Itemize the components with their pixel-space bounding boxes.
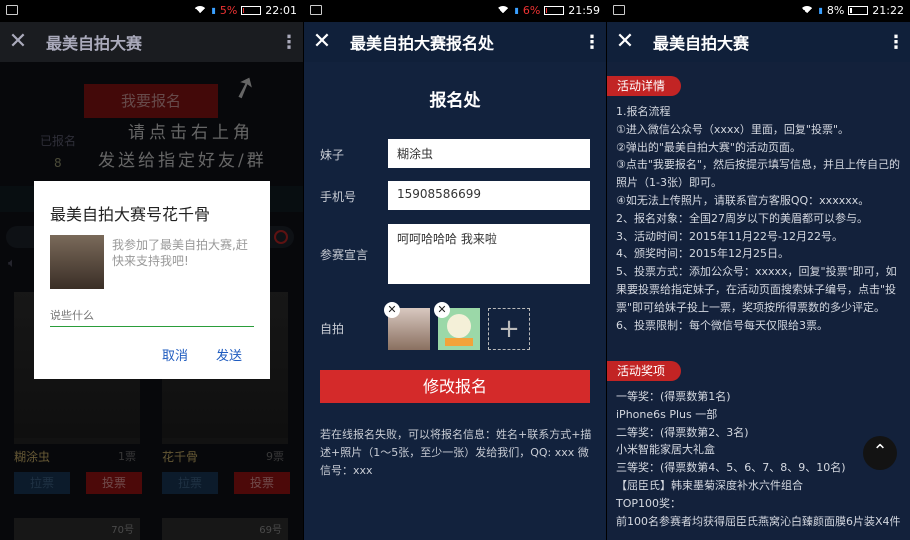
screen-registration: ▮ 6% 21:59 ✕ 最美自拍大赛报名处 ⋮ 报名处 妹子 糊涂虫 手机号 … xyxy=(304,0,606,540)
declaration-textarea[interactable]: 呵呵哈哈哈 我来啦 xyxy=(388,224,590,284)
details-line: 4、颁奖时间：2015年12月25日。 xyxy=(616,247,789,261)
status-right: ▮ 5% 22:01 xyxy=(193,4,297,20)
prize-line: TOP100奖： xyxy=(616,496,682,510)
battery-icon xyxy=(848,6,869,15)
prize-line: 一等奖：(得票数第1名) xyxy=(616,390,731,403)
prize-line: iPhone6s Plus 一部 xyxy=(616,407,718,421)
section-tag-details: 活动详情 xyxy=(607,76,682,96)
image-icon xyxy=(613,5,625,15)
screen-details: ▮ 8% 21:22 ✕ 最美自拍大赛 ⋮ 活动详情 1.报名流程 ①进入微信公… xyxy=(607,0,910,540)
page-title: 最美自拍大赛 xyxy=(653,34,750,53)
name-label: 妹子 xyxy=(320,148,345,162)
cancel-button[interactable]: 取消 xyxy=(162,345,188,364)
battery-icon xyxy=(544,6,565,15)
details-text: 1.报名流程 ①进入微信公众号（xxxx）里面，回复"投票"。 ②弹出的"最美自… xyxy=(616,103,906,334)
cartoon-face xyxy=(447,314,471,338)
battery-percent: 6% xyxy=(522,4,541,17)
sticker-tag xyxy=(445,338,473,346)
dialog-title: 最美自拍大赛号花千骨 xyxy=(50,205,211,224)
details-line: ④如无法上传照片，请联系官方客服QQ：xxxxxx。 xyxy=(616,193,870,207)
status-bar: ▮ 8% 21:22 xyxy=(607,0,910,22)
phone-field[interactable]: 15908586699 xyxy=(388,181,590,210)
clock: 22:01 xyxy=(265,4,297,17)
title-bar: ✕ 最美自拍大赛 ⋮ xyxy=(607,22,910,62)
scroll-top-icon[interactable]: ⌃ xyxy=(863,436,897,470)
clock: 21:59 xyxy=(568,4,600,17)
selfie-label: 自拍 xyxy=(320,322,345,336)
form-title: 报名处 xyxy=(429,91,481,111)
details-line: ①进入微信公众号（xxxx）里面，回复"投票"。 xyxy=(616,122,850,136)
close-icon[interactable]: ✕ xyxy=(304,31,340,53)
page-title: 最美自拍大赛 xyxy=(46,34,143,53)
wifi-icon xyxy=(193,5,208,20)
share-thumbnail xyxy=(50,235,104,289)
screen-contest-home: ▮ 5% 22:01 ✕ 最美自拍大赛 ⋮ 我要报名 ➚ 已报名 8 请点击右上… xyxy=(0,0,303,540)
dialog-message: 我参加了最美自拍大赛,赶快来支持我吧! xyxy=(112,238,248,268)
remove-photo-icon[interactable]: ✕ xyxy=(384,302,400,318)
title-bar: ✕ 最美自拍大赛报名处 ⋮ xyxy=(304,22,606,62)
comment-input[interactable] xyxy=(50,305,254,327)
details-line: 3、活动时间：2015年11月22号-12月22号。 xyxy=(616,229,843,243)
status-right: ▮ 6% 21:59 xyxy=(496,4,600,20)
remove-photo-icon[interactable]: ✕ xyxy=(434,302,450,318)
more-options-icon[interactable]: ⋮ xyxy=(882,32,910,53)
send-button[interactable]: 发送 xyxy=(216,345,242,364)
prize-line: 三等奖：(得票数第4、5、6、7、8、9、10名) xyxy=(616,461,846,475)
details-line: 1.报名流程 xyxy=(616,105,671,118)
declaration-label: 参赛宣言 xyxy=(320,248,369,262)
title-bar: ✕ 最美自拍大赛 ⋮ xyxy=(0,22,303,62)
details-line: ②弹出的"最美自拍大赛"的活动页面。 xyxy=(616,140,801,154)
add-photo-button[interactable]: + xyxy=(488,308,530,350)
submit-button[interactable]: 修改报名 xyxy=(320,370,590,403)
details-line: 6、投票限制：每个微信号每天仅限给3票。 xyxy=(616,318,828,332)
close-icon[interactable]: ✕ xyxy=(0,31,36,53)
phone-label: 手机号 xyxy=(320,190,357,204)
wifi-icon xyxy=(496,5,511,20)
name-field[interactable]: 糊涂虫 xyxy=(388,139,590,168)
section-tag-prizes: 活动奖项 xyxy=(607,361,682,381)
close-icon[interactable]: ✕ xyxy=(607,31,643,53)
more-options-icon[interactable]: ⋮ xyxy=(578,32,606,53)
image-icon xyxy=(6,5,18,15)
details-line: 2、报名对象：全国27周岁以下的美眉都可以参与。 xyxy=(616,211,868,225)
prize-line: 【屈臣氏】韩束墨菊深度补水六件组合 xyxy=(616,478,803,492)
details-line: 5、投票方式：添加公众号：xxxxx，回复"投票"即可，如果要投票给指定妹子，在… xyxy=(616,265,897,314)
image-icon xyxy=(310,5,322,15)
prize-line: 二等奖：(得票数第2、3名) xyxy=(616,425,749,439)
status-right: ▮ 8% 21:22 xyxy=(800,4,904,20)
battery-icon xyxy=(241,6,262,15)
more-options-icon[interactable]: ⋮ xyxy=(275,32,303,53)
fallback-note: 若在线报名失败，可以将报名信息：姓名+联系方式+描述+照片（1～5张，至少一张）… xyxy=(320,428,592,477)
battery-percent: 5% xyxy=(219,4,238,17)
clock: 21:22 xyxy=(872,4,904,17)
signal-icon: ▮ xyxy=(818,5,823,15)
battery-percent: 8% xyxy=(826,4,845,17)
signal-icon: ▮ xyxy=(514,5,519,15)
prizes-text: 一等奖：(得票数第1名) iPhone6s Plus 一部 二等奖：(得票数第2… xyxy=(616,388,906,530)
signal-icon: ▮ xyxy=(211,5,216,15)
status-bar: ▮ 5% 22:01 xyxy=(0,0,303,22)
share-dialog: 最美自拍大赛号花千骨 我参加了最美自拍大赛,赶快来支持我吧! 取消 发送 xyxy=(34,181,270,379)
wifi-icon xyxy=(800,5,815,20)
page-title: 最美自拍大赛报名处 xyxy=(350,34,495,53)
status-bar: ▮ 6% 21:59 xyxy=(304,0,606,22)
details-line: ③点击"我要报名"，然后按提示填写信息，并且上传自己的照片（1-3张）即可。 xyxy=(616,158,900,190)
prize-line: 前100名参赛者均获得屈臣氏燕窝沁白臻颜面膜6片装X4件 xyxy=(616,514,901,528)
